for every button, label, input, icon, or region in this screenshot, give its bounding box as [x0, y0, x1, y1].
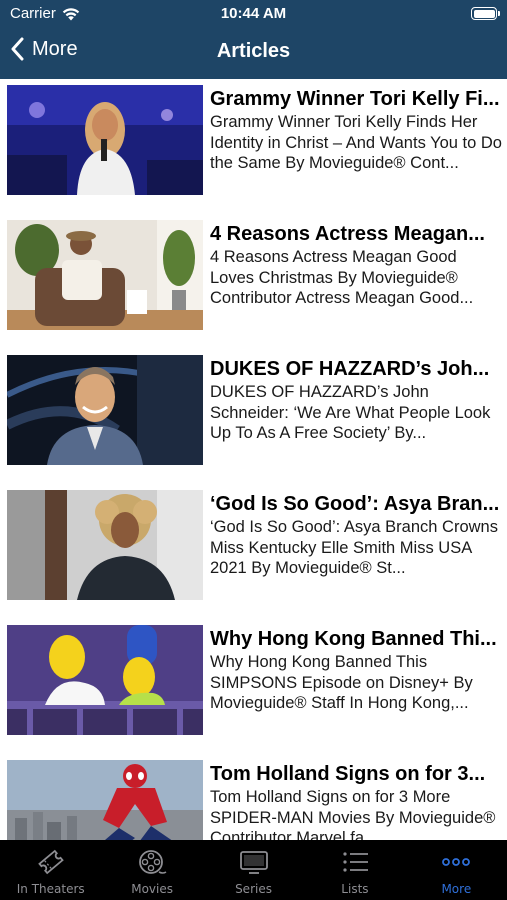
- article-row[interactable]: 4 Reasons Actress Meagan... 4 Reasons Ac…: [0, 214, 507, 340]
- tab-label: In Theaters: [16, 882, 85, 896]
- article-row[interactable]: Why Hong Kong Banned Thi... Why Hong Kon…: [0, 619, 507, 745]
- article-description: Grammy Winner Tori Kelly Finds Her Ident…: [210, 113, 502, 172]
- article-description: DUKES OF HAZZARD’s John Schneider: ‘We A…: [210, 383, 491, 442]
- ticket-icon: [37, 849, 64, 875]
- battery-icon: [471, 7, 500, 20]
- list-icon: [343, 852, 368, 872]
- article-list[interactable]: Grammy Winner Tori Kelly Fi... Grammy Wi…: [0, 79, 507, 840]
- article-description: Why Hong Kong Banned This SIMPSONS Episo…: [210, 653, 473, 712]
- chevron-left-icon: [11, 37, 24, 61]
- article-title: DUKES OF HAZZARD’s Joh...: [210, 358, 490, 380]
- article-row[interactable]: Tom Holland Signs on for 3... Tom Hollan…: [0, 754, 507, 840]
- article-title: ‘God Is So Good’: Asya Bran...: [210, 493, 500, 515]
- article-description: Tom Holland Signs on for 3 More SPIDER-M…: [210, 788, 496, 840]
- article-row[interactable]: Grammy Winner Tori Kelly Fi... Grammy Wi…: [0, 79, 507, 205]
- article-thumbnail: [7, 355, 203, 465]
- article-title: Grammy Winner Tori Kelly Fi...: [210, 88, 500, 110]
- tab-series[interactable]: Series: [203, 840, 304, 900]
- tab-bar: In Theaters Movies Series Lists More: [0, 840, 507, 900]
- navigation-header: Carrier 10:44 AM More Articles: [0, 0, 507, 79]
- nav-bar: More Articles: [0, 28, 507, 79]
- tab-movies[interactable]: Movies: [101, 840, 202, 900]
- tab-lists[interactable]: Lists: [304, 840, 405, 900]
- article-row[interactable]: ‘God Is So Good’: Asya Bran... ‘God Is S…: [0, 484, 507, 610]
- tv-icon: [239, 851, 268, 874]
- article-thumbnail: [7, 85, 203, 195]
- tab-label: Series: [235, 882, 272, 896]
- status-bar: Carrier 10:44 AM: [0, 0, 507, 28]
- back-button-label: More: [32, 37, 78, 60]
- battery-level-fill: [473, 9, 495, 18]
- article-thumbnail: [7, 220, 203, 330]
- more-dots-icon: [442, 858, 471, 866]
- article-thumbnail: [7, 625, 203, 735]
- tab-label: More: [441, 882, 472, 896]
- film-reel-icon: [139, 850, 167, 874]
- article-title: Tom Holland Signs on for 3...: [210, 763, 486, 785]
- tab-more[interactable]: More: [406, 840, 507, 900]
- status-time: 10:44 AM: [220, 5, 287, 22]
- back-button[interactable]: More: [10, 37, 78, 61]
- article-thumbnail: [7, 760, 203, 840]
- article-description: 4 Reasons Actress Meagan Good Loves Chri…: [210, 248, 474, 307]
- article-description: ‘God Is So Good’: Asya Branch Crowns Mis…: [210, 518, 498, 577]
- article-title: Why Hong Kong Banned Thi...: [210, 628, 497, 650]
- article-thumbnail: [7, 490, 203, 600]
- tab-label: Lists: [341, 882, 369, 896]
- tab-in-theaters[interactable]: In Theaters: [0, 840, 101, 900]
- article-row[interactable]: DUKES OF HAZZARD’s Joh... DUKES OF HAZZA…: [0, 349, 507, 475]
- tab-label: Movies: [131, 882, 173, 896]
- article-title: 4 Reasons Actress Meagan...: [210, 223, 485, 245]
